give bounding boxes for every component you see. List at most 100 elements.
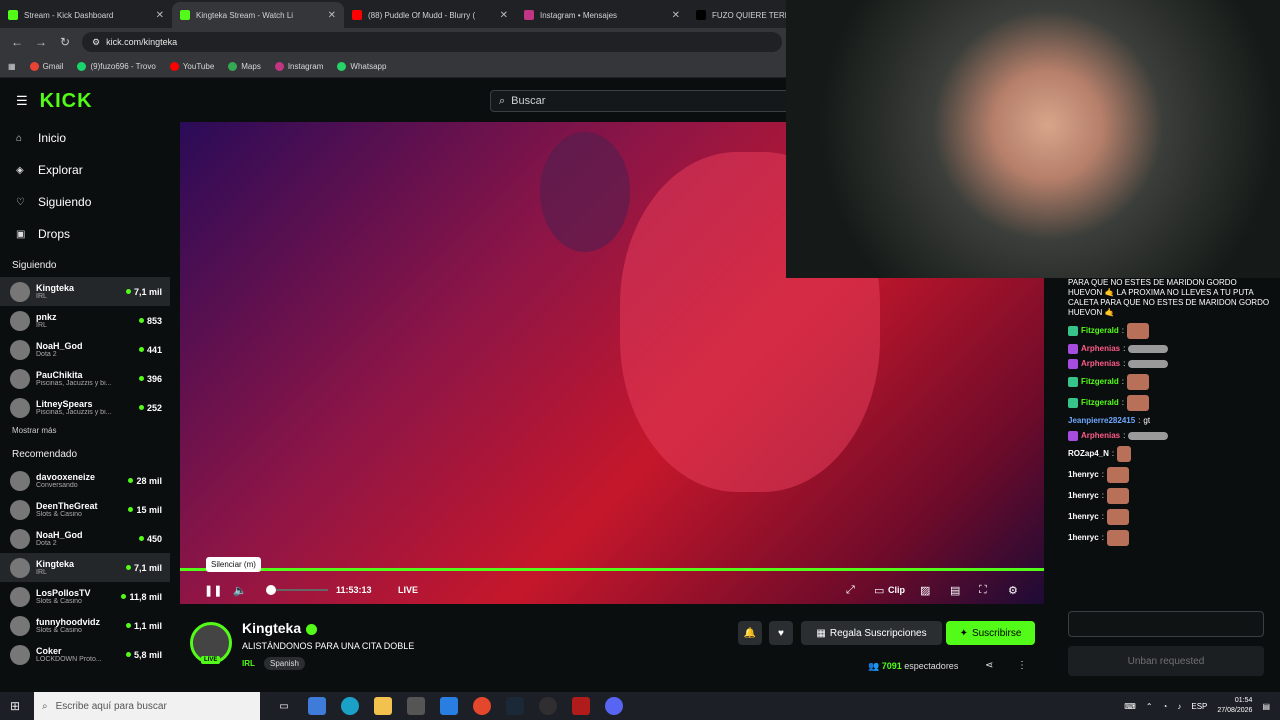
taskbar: ⊞ ⌕ Escribe aquí para buscar ▭ ⌨ ⌃ ◔ ♪ E… [0, 692, 1280, 720]
app-icon[interactable] [308, 697, 326, 715]
channel-item[interactable]: NoaH_God Dota 2 450 [0, 524, 170, 553]
channel-item[interactable]: NoaH_God Dota 2 441 [0, 335, 170, 364]
channel-item[interactable]: PauChikita Piscinas, Jacuzzis y bi... 396 [0, 364, 170, 393]
sub-badge-icon [1068, 359, 1078, 369]
category-link[interactable]: IRL [242, 659, 255, 668]
volume-icon[interactable]: ♪ [1177, 702, 1181, 711]
video-frame-figure [540, 132, 630, 252]
keyboard-icon[interactable]: ⌨ [1124, 702, 1136, 711]
edge-icon[interactable] [341, 697, 359, 715]
nav-inicio[interactable]: ⌂ Inicio [0, 122, 170, 154]
channel-item[interactable]: Kingteka IRL 7,1 mil [0, 553, 170, 582]
chat-message: 1henryc: [1068, 509, 1272, 525]
follow-button[interactable]: ♥ [769, 621, 793, 645]
channel-item[interactable]: funnyhoodvidz Slots & Casino 1,1 mil [0, 611, 170, 640]
close-tab-icon[interactable]: ✕ [672, 10, 680, 21]
fullscreen-icon[interactable]: ⛶ [979, 584, 987, 597]
volume-slider[interactable] [268, 589, 328, 591]
apps-icon[interactable]: ▦ [8, 62, 16, 71]
settings-icon[interactable]: ⚙ [1008, 584, 1018, 597]
network-icon[interactable]: ◔ [1163, 702, 1168, 711]
emote-icon [1127, 323, 1150, 339]
browser-tab[interactable]: (88) Puddle Of Mudd - Blurry ( ✕ [344, 2, 516, 28]
bookmark-instagram[interactable]: Instagram [274, 62, 323, 71]
browser-tab[interactable]: Stream - Kick Dashboard ✕ [0, 2, 172, 28]
live-indicator[interactable]: LIVE [398, 585, 418, 595]
chat-input[interactable] [1068, 611, 1264, 637]
emote-icon [1128, 432, 1169, 440]
url-input[interactable]: ⚙ kick.com/kingteka [82, 32, 782, 52]
channel-item[interactable]: LosPollosTV Slots & Casino 11,8 mil [0, 582, 170, 611]
subscribe-button[interactable]: ✦ Suscribirse [946, 621, 1035, 645]
avatar [10, 368, 30, 389]
avatar [10, 528, 30, 549]
notifications-icon[interactable]: ▤ [1262, 702, 1270, 711]
forward-icon[interactable]: → [34, 35, 48, 49]
app-icon[interactable] [572, 697, 590, 715]
time-display: 11:53:13 [336, 585, 372, 595]
channel-item[interactable]: DeenTheGreat Slots & Casino 15 mil [0, 495, 170, 524]
sub-badge-icon [1068, 431, 1078, 441]
language-tag[interactable]: Spanish [264, 657, 305, 670]
share-icon[interactable]: ⋖ [985, 660, 993, 671]
taskbar-search-input[interactable]: ⌕ Escribe aquí para buscar [34, 692, 260, 720]
windows-start-icon[interactable]: ⊞ [10, 699, 20, 713]
show-more-link[interactable]: Mostrar más [0, 422, 170, 439]
pip-icon[interactable]: ▨ [920, 584, 930, 597]
pause-icon[interactable]: ❚❚ [204, 584, 222, 597]
task-view-icon[interactable]: ▭ [275, 697, 293, 715]
language-indicator[interactable]: ESP [1191, 702, 1207, 711]
miniplayer-icon[interactable]: ▤ [950, 584, 960, 597]
avatar [10, 586, 30, 607]
chevron-up-icon[interactable]: ⌃ [1146, 702, 1153, 711]
channel-item[interactable]: pnkz IRL 853 [0, 306, 170, 335]
bookmark-trovo[interactable]: (9)fuzo696 - Trovo [77, 62, 156, 71]
bookmark-maps[interactable]: Maps [228, 62, 261, 71]
channel-item[interactable]: davooxeneize Conversando 28 mil [0, 466, 170, 495]
back-icon[interactable]: ← [10, 35, 24, 49]
clock[interactable]: 01:54 27/08/2026 [1217, 696, 1252, 716]
site-info-icon[interactable]: ⚙ [92, 37, 100, 48]
avatar [10, 499, 30, 520]
folder-icon[interactable] [374, 697, 392, 715]
theater-icon[interactable]: ⤢ [846, 584, 855, 597]
channel-item[interactable]: Coker LOCKDOWN Proto... 5,8 mil [0, 640, 170, 669]
notification-button[interactable]: 🔔 [738, 621, 762, 645]
kick-logo[interactable]: KICK [40, 90, 93, 113]
nav-siguiendo[interactable]: ♡ Siguiendo [0, 186, 170, 218]
streamer-name[interactable]: Kingteka [242, 620, 318, 636]
progress-bar[interactable] [180, 568, 1044, 571]
channel-item[interactable]: Kingteka IRL 7,1 mil [0, 277, 170, 306]
obs-icon[interactable] [539, 697, 557, 715]
search-input[interactable]: ⌕ Buscar [490, 90, 790, 112]
nav-drops[interactable]: ▣ Drops [0, 218, 170, 250]
trovo-icon [77, 62, 87, 71]
volume-icon[interactable]: 🔈 [233, 584, 247, 597]
menu-icon[interactable]: ☰ [16, 93, 28, 109]
store-icon[interactable] [407, 697, 425, 715]
browser-tab-active[interactable]: Kingteka Stream - Watch Li ✕ [172, 2, 344, 28]
close-tab-icon[interactable]: ✕ [328, 10, 336, 21]
unban-requested-button[interactable]: Unban requested [1068, 646, 1264, 676]
steam-icon[interactable] [506, 697, 524, 715]
reload-icon[interactable]: ↻ [58, 35, 72, 49]
bookmark-youtube[interactable]: YouTube [169, 62, 214, 71]
sidebar: ⌂ Inicio ◈ Explorar ♡ Siguiendo ▣ Drops Sigu… [0, 122, 170, 692]
discord-icon[interactable] [605, 697, 623, 715]
nav-explorar[interactable]: ◈ Explorar [0, 154, 170, 186]
channel-item[interactable]: LitneySpears Piscinas, Jacuzzis y bi... 25… [0, 393, 170, 422]
more-options-icon[interactable]: ⋮ [1017, 660, 1027, 671]
instagram-favicon-icon [524, 10, 534, 20]
gift-subs-button[interactable]: ▦ Regala Suscripciones [801, 621, 942, 645]
volume-knob[interactable] [266, 585, 276, 595]
bookmark-gmail[interactable]: Gmail [29, 62, 63, 71]
mail-icon[interactable] [440, 697, 458, 715]
close-tab-icon[interactable]: ✕ [500, 10, 508, 21]
bookmark-whatsapp[interactable]: Whatsapp [337, 62, 386, 71]
browser-tab[interactable]: Instagram • Mensajes ✕ [516, 2, 688, 28]
sub-badge-icon [1068, 377, 1078, 387]
chrome-icon[interactable] [473, 697, 491, 715]
clip-label[interactable]: Clip [888, 585, 905, 595]
clip-icon[interactable]: ▭ [874, 584, 884, 597]
close-tab-icon[interactable]: ✕ [156, 10, 164, 21]
